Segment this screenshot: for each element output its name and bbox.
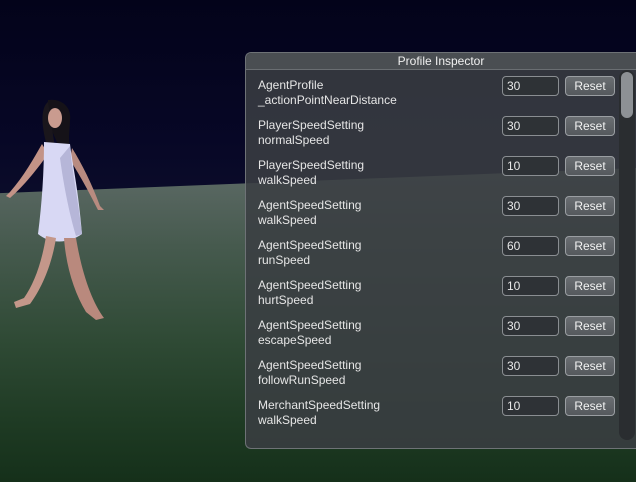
setting-property: _actionPointNearDistance	[258, 93, 397, 107]
reset-button[interactable]: Reset	[565, 196, 615, 216]
setting-value-field[interactable]	[502, 276, 559, 296]
setting-row: AgentSpeedSettingwalkSpeed Reset	[246, 190, 618, 230]
panel-title: Profile Inspector	[246, 53, 636, 70]
setting-category: AgentSpeedSetting	[258, 358, 362, 372]
setting-value-field[interactable]	[502, 396, 559, 416]
setting-category: AgentSpeedSetting	[258, 238, 362, 252]
setting-label: MerchantSpeedSetting walkSpeed	[258, 398, 380, 428]
setting-row: PlayerSpeedSettingnormalSpeed Reset	[246, 110, 618, 150]
reset-button[interactable]: Reset	[565, 356, 615, 376]
player-character	[6, 99, 104, 320]
setting-category: AgentSpeedSetting	[258, 198, 362, 212]
setting-row: AgentSpeedSettingrunSpeed Reset	[246, 230, 618, 270]
setting-category: AgentSpeedSetting	[258, 278, 362, 292]
setting-property: walkSpeed	[258, 413, 317, 427]
setting-label: AgentSpeedSetting followRunSpeed	[258, 358, 361, 388]
setting-label: PlayerSpeedSetting normalSpeed	[258, 118, 364, 148]
setting-value-field[interactable]	[502, 196, 559, 216]
vertical-scrollbar[interactable]	[619, 70, 635, 440]
setting-category: AgentProfile	[258, 78, 324, 92]
scroll-thumb[interactable]	[621, 72, 633, 118]
setting-label: AgentSpeedSetting walkSpeed	[258, 198, 361, 228]
setting-category: MerchantSpeedSetting	[258, 398, 381, 412]
setting-label: AgentSpeedSetting hurtSpeed	[258, 278, 361, 308]
setting-category: PlayerSpeedSetting	[258, 118, 365, 132]
setting-category: AgentSpeedSetting	[258, 318, 362, 332]
reset-button[interactable]: Reset	[565, 316, 615, 336]
setting-row: AgentSpeedSettingescapeSpeed Reset	[246, 310, 618, 350]
profile-inspector-panel: Profile Inspector AgentProfile _actionPoi…	[245, 52, 636, 449]
setting-row: AgentSpeedSettinghurtSpeed Reset	[246, 270, 618, 310]
settings-list: AgentProfile_actionPointNearDistance Rese…	[246, 70, 618, 442]
setting-row: AgentProfile_actionPointNearDistance Rese…	[246, 70, 618, 110]
setting-value-field[interactable]	[502, 316, 559, 336]
setting-value-field[interactable]	[502, 116, 559, 136]
reset-button[interactable]: Reset	[565, 116, 615, 136]
setting-property: hurtSpeed	[258, 293, 314, 307]
setting-value-field[interactable]	[502, 156, 559, 176]
reset-button[interactable]: Reset	[565, 156, 615, 176]
setting-property: walkSpeed	[258, 173, 317, 187]
setting-label: AgentSpeedSetting escapeSpeed	[258, 318, 361, 348]
setting-row: MerchantSpeedSettingwalkSpeed Reset	[246, 390, 618, 430]
reset-button[interactable]: Reset	[565, 276, 615, 296]
setting-property: escapeSpeed	[258, 333, 332, 347]
setting-value-field[interactable]	[502, 356, 559, 376]
setting-value-field[interactable]	[502, 236, 559, 256]
setting-property: followRunSpeed	[258, 373, 346, 387]
reset-button[interactable]: Reset	[565, 396, 615, 416]
reset-button[interactable]: Reset	[565, 76, 615, 96]
setting-property: normalSpeed	[258, 133, 330, 147]
setting-label: AgentSpeedSetting runSpeed	[258, 238, 361, 268]
setting-property: walkSpeed	[258, 213, 317, 227]
setting-label: PlayerSpeedSetting walkSpeed	[258, 158, 364, 188]
setting-label: AgentProfile _actionPointNearDistance	[258, 78, 397, 108]
setting-row: AgentSpeedSettingfollowRunSpeed Reset	[246, 350, 618, 390]
setting-row: PlayerSpeedSettingwalkSpeed Reset	[246, 150, 618, 190]
setting-property: runSpeed	[258, 253, 311, 267]
reset-button[interactable]: Reset	[565, 236, 615, 256]
setting-category: PlayerSpeedSetting	[258, 158, 365, 172]
setting-value-field[interactable]	[502, 76, 559, 96]
